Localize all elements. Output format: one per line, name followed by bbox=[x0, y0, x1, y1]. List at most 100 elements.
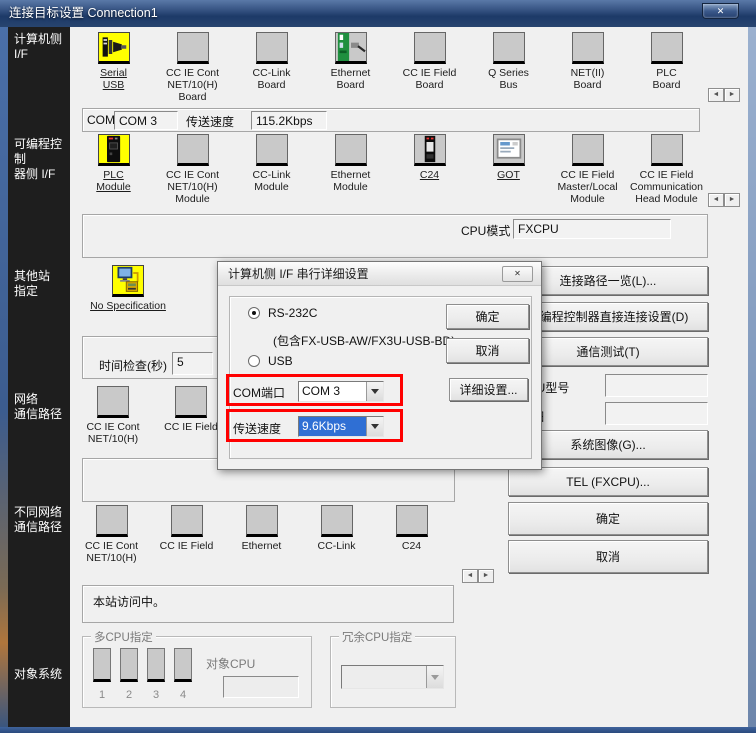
cc-ie-field-board-icon[interactable] bbox=[414, 32, 446, 64]
device-cc-ie-cont-board[interactable]: CC IE Cont NET/10(H) Board bbox=[153, 32, 232, 103]
cancel-button[interactable]: 取消 bbox=[508, 540, 708, 573]
device-cc-link-module[interactable]: CC-Link Module bbox=[232, 134, 311, 205]
dropdown-button[interactable] bbox=[366, 382, 383, 401]
dialog-close-button[interactable]: ✕ bbox=[502, 266, 533, 282]
c24-icon[interactable] bbox=[396, 505, 428, 537]
dropdown-button bbox=[426, 666, 443, 688]
cc-ie-field-icon[interactable] bbox=[171, 505, 203, 537]
device-plc-board[interactable]: PLC Board bbox=[627, 32, 706, 103]
cc-ie-cont-net-icon[interactable] bbox=[97, 386, 129, 418]
cc-link-module-icon[interactable] bbox=[256, 134, 288, 166]
device-cc-ie-field[interactable]: CC IE Field bbox=[149, 505, 224, 564]
c24-label: C24 bbox=[402, 540, 421, 552]
usb-radio-row[interactable]: USB bbox=[248, 354, 293, 368]
dialog-cancel-button[interactable]: 取消 bbox=[446, 338, 529, 363]
scroll-right-icon[interactable]: ► bbox=[724, 193, 740, 207]
sidebar-item-plc-if: 可编程控制 器侧 I/F bbox=[14, 137, 70, 182]
com-label: COM bbox=[87, 113, 115, 127]
net2-board-icon[interactable] bbox=[572, 32, 604, 64]
cc-link-icon[interactable] bbox=[321, 505, 353, 537]
scroll-left-icon[interactable]: ◄ bbox=[708, 88, 724, 102]
device-serial-usb[interactable]: Serial USB bbox=[74, 32, 153, 103]
other-station-row: No Specification bbox=[68, 265, 188, 312]
cc-ie-cont-net-label: CC IE Cont NET/10(H) bbox=[85, 540, 138, 564]
scroll-left-icon[interactable]: ◄ bbox=[462, 569, 478, 583]
dropdown-button[interactable] bbox=[366, 417, 383, 436]
plc-side-scroll: ◄► bbox=[708, 190, 740, 207]
ok-button[interactable]: 确定 bbox=[508, 502, 708, 535]
cpu-mode-box: CPU模式 FXCPU bbox=[82, 214, 708, 258]
c24-icon[interactable] bbox=[414, 134, 446, 166]
plc-module-icon[interactable] bbox=[98, 134, 130, 166]
dialog-ok-button[interactable]: 确定 bbox=[446, 304, 529, 329]
got-icon[interactable] bbox=[493, 134, 525, 166]
sidebar-item-diff-network: 不同网络 通信路径 bbox=[14, 505, 62, 535]
speed-dropdown[interactable]: 9.6Kbps bbox=[298, 416, 384, 437]
device-cc-link-board[interactable]: CC-Link Board bbox=[232, 32, 311, 103]
scroll-right-icon[interactable]: ► bbox=[478, 569, 494, 583]
device-cc-ie-field-comm-head[interactable]: CC IE Field Communication Head Module bbox=[627, 134, 706, 205]
cc-ie-field-comm-head-icon[interactable] bbox=[651, 134, 683, 166]
cpu-mode-value: FXCPU bbox=[513, 219, 671, 239]
network-route-icon-row: CC IE Cont NET/10(H)CC IE Field bbox=[74, 386, 234, 445]
dialog-titlebar: 计算机侧 I/F 串行详细设置 bbox=[218, 262, 541, 286]
pc-side-scroll: ◄► bbox=[708, 85, 740, 102]
scroll-right-icon[interactable]: ► bbox=[724, 88, 740, 102]
cpu-slot-2-icon[interactable] bbox=[120, 648, 138, 682]
rs232c-radio-icon[interactable] bbox=[248, 307, 260, 319]
cc-ie-cont-module-icon[interactable] bbox=[177, 134, 209, 166]
cc-ie-cont-module-label: CC IE Cont NET/10(H) Module bbox=[166, 169, 219, 205]
window-frame-right bbox=[748, 27, 756, 727]
cc-ie-field-comm-head-label: CC IE Field Communication Head Module bbox=[630, 169, 703, 205]
ethernet-module-label: Ethernet Module bbox=[331, 169, 371, 193]
device-ethernet-module[interactable]: Ethernet Module bbox=[311, 134, 390, 205]
usb-radio-icon[interactable] bbox=[248, 355, 260, 367]
cc-link-board-icon[interactable] bbox=[256, 32, 288, 64]
slot-number: 4 bbox=[174, 689, 192, 701]
device-c24[interactable]: C24 bbox=[390, 134, 469, 205]
device-net2-board[interactable]: NET(II) Board bbox=[548, 32, 627, 103]
cpu-slot-4-icon[interactable] bbox=[174, 648, 192, 682]
device-ethernet[interactable]: Ethernet bbox=[224, 505, 299, 564]
cc-ie-field-icon[interactable] bbox=[175, 386, 207, 418]
plc-module-label: PLC Module bbox=[96, 169, 130, 193]
dialog-detail-setting-button[interactable]: 详细设置... bbox=[449, 378, 528, 401]
ethernet-icon[interactable] bbox=[246, 505, 278, 537]
serial-usb-icon[interactable] bbox=[98, 32, 130, 64]
rs232c-radio-row[interactable]: RS-232C bbox=[248, 306, 317, 320]
device-cc-ie-field-master[interactable]: CC IE Field Master/Local Module bbox=[548, 134, 627, 205]
cpu-slot-3-icon[interactable] bbox=[147, 648, 165, 682]
cc-ie-field-master-icon[interactable] bbox=[572, 134, 604, 166]
device-cc-ie-cont-net[interactable]: CC IE Cont NET/10(H) bbox=[74, 386, 152, 445]
ethernet-module-icon[interactable] bbox=[335, 134, 367, 166]
cc-ie-cont-net-icon[interactable] bbox=[96, 505, 128, 537]
device-q-series-bus[interactable]: Q Series Bus bbox=[469, 32, 548, 103]
device-cc-ie-field-board[interactable]: CC IE Field Board bbox=[390, 32, 469, 103]
cpu-slot-1-icon[interactable] bbox=[93, 648, 111, 682]
window-frame-bottom bbox=[0, 727, 756, 733]
plc-board-icon[interactable] bbox=[651, 32, 683, 64]
device-no-specification[interactable]: No Specification bbox=[68, 265, 188, 312]
tel-button[interactable]: TEL (FXCPU)... bbox=[508, 467, 708, 496]
cc-ie-cont-board-icon[interactable] bbox=[177, 32, 209, 64]
q-series-bus-icon[interactable] bbox=[493, 32, 525, 64]
device-plc-module[interactable]: PLC Module bbox=[74, 134, 153, 205]
transmission-speed-label: 传送速度 bbox=[186, 113, 234, 130]
device-got[interactable]: GOT bbox=[469, 134, 548, 205]
window-close-button[interactable]: ✕ bbox=[702, 3, 739, 19]
device-ethernet-board[interactable]: Ethernet Board bbox=[311, 32, 390, 103]
device-cc-ie-cont-module[interactable]: CC IE Cont NET/10(H) Module bbox=[153, 134, 232, 205]
device-cc-ie-cont-net[interactable]: CC IE Cont NET/10(H) bbox=[74, 505, 149, 564]
com-port-dropdown[interactable]: COM 3 bbox=[298, 381, 384, 402]
net2-board-label: NET(II) Board bbox=[571, 67, 605, 91]
device-c24[interactable]: C24 bbox=[374, 505, 449, 564]
no-specification-icon[interactable] bbox=[112, 265, 144, 297]
device-cc-link[interactable]: CC-Link bbox=[299, 505, 374, 564]
ethernet-board-icon[interactable] bbox=[335, 32, 367, 64]
scroll-left-icon[interactable]: ◄ bbox=[708, 193, 724, 207]
serial-detail-dialog: 计算机侧 I/F 串行详细设置 ✕ RS-232C (包含FX-USB-AW/F… bbox=[217, 261, 542, 470]
status-text: 本站访问中。 bbox=[93, 593, 165, 610]
slot-number: 2 bbox=[120, 689, 138, 701]
target-cpu-value bbox=[223, 676, 299, 698]
multi-cpu-slots bbox=[93, 648, 192, 682]
